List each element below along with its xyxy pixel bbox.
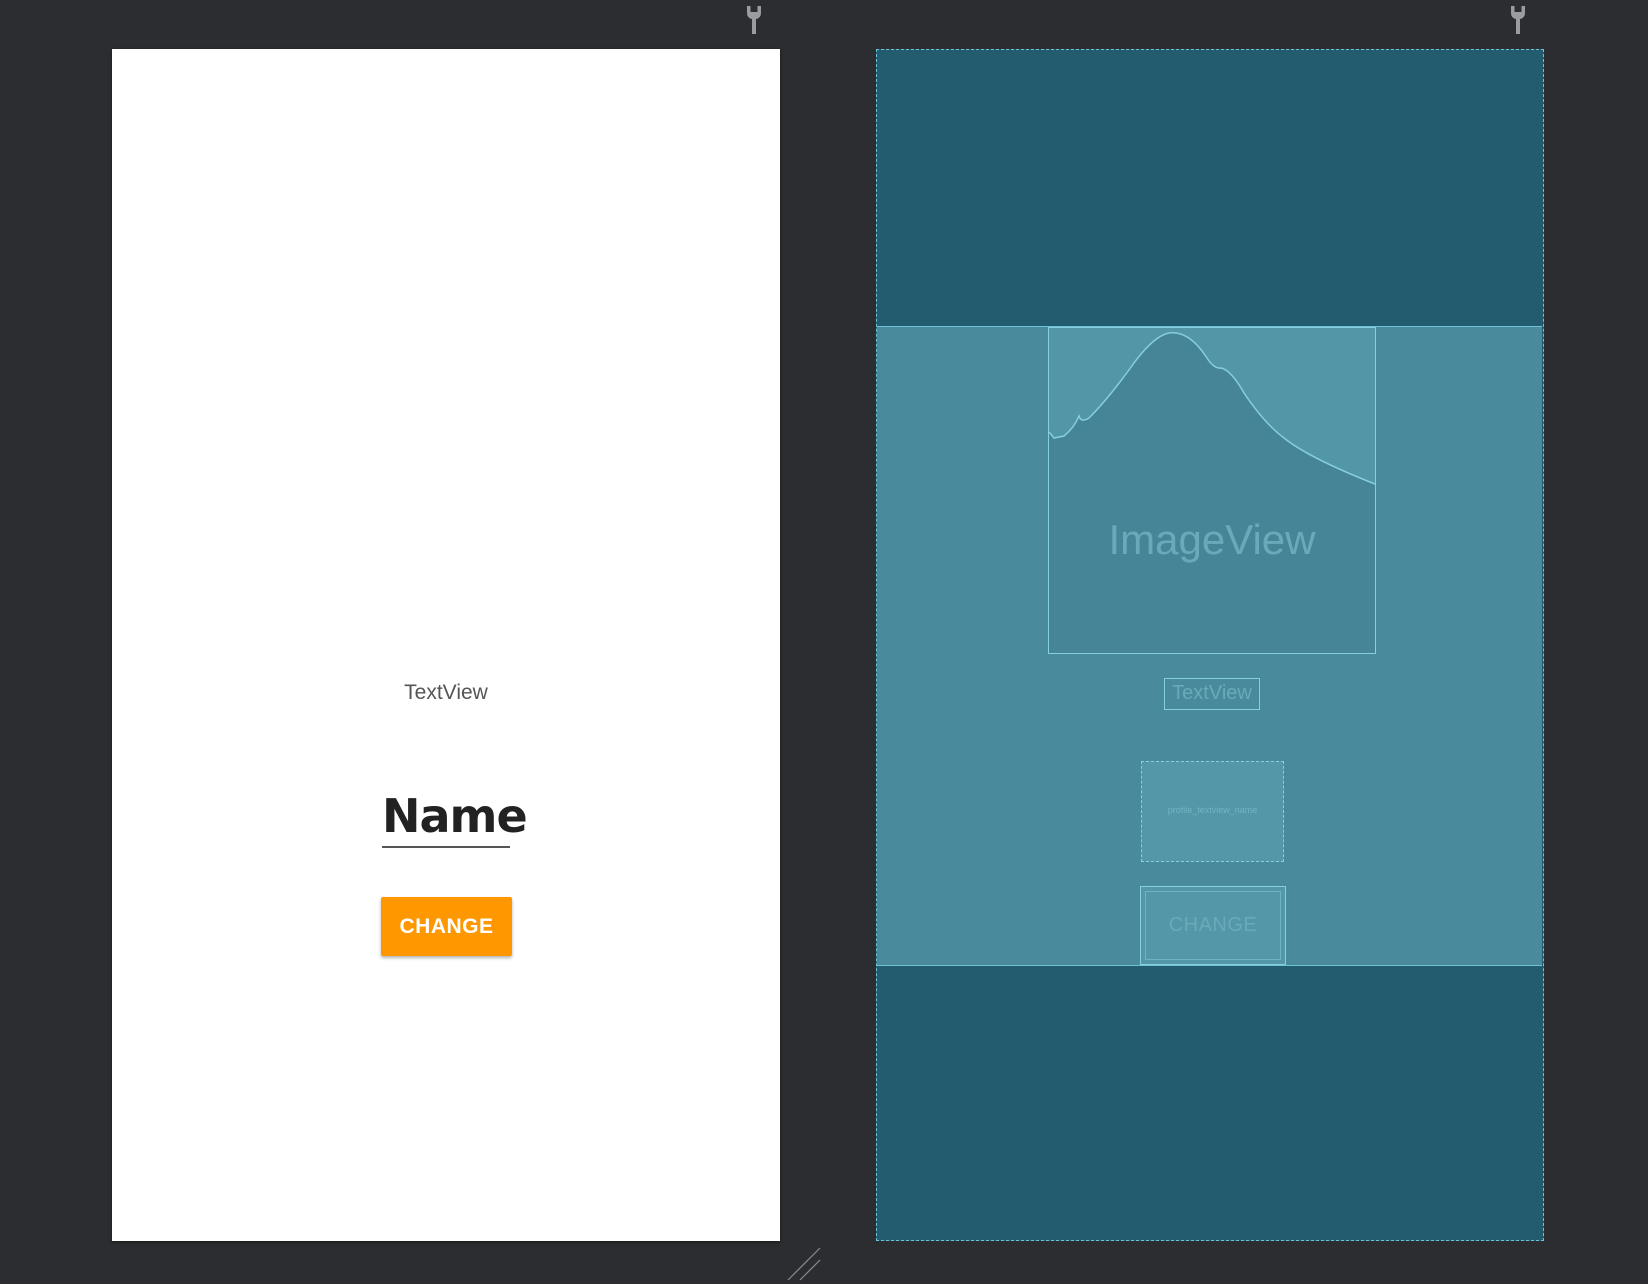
blueprint-change-button[interactable]: CHANGE	[1140, 886, 1286, 965]
blueprint-textview[interactable]: TextView	[1164, 678, 1260, 710]
name-underline	[382, 846, 510, 848]
blueprint-change-label: CHANGE	[1145, 891, 1281, 960]
wrench-icon[interactable]	[1508, 4, 1528, 36]
wrench-icon[interactable]	[744, 4, 764, 36]
image-placeholder-icon	[1049, 328, 1375, 485]
change-button[interactable]: CHANGE	[381, 897, 512, 956]
blueprint-imageview[interactable]: ImageView	[1048, 327, 1376, 654]
design-surface[interactable]: TextView Name CHANGE	[112, 49, 780, 1241]
textview[interactable]: TextView	[112, 681, 780, 705]
resize-grip-icon[interactable]	[784, 1246, 824, 1282]
imageview-label: ImageView	[1108, 516, 1316, 563]
blueprint-name-edittext[interactable]: profile_textview_name	[1141, 761, 1284, 862]
blueprint-content-region[interactable]: ImageView TextView profile_textview_name…	[877, 326, 1542, 966]
name-edittext[interactable]: Name	[382, 784, 528, 848]
blueprint-surface[interactable]: ImageView TextView profile_textview_name…	[876, 49, 1544, 1241]
layout-editor-canvas: TextView Name CHANGE ImageView TextView …	[0, 0, 1648, 1284]
